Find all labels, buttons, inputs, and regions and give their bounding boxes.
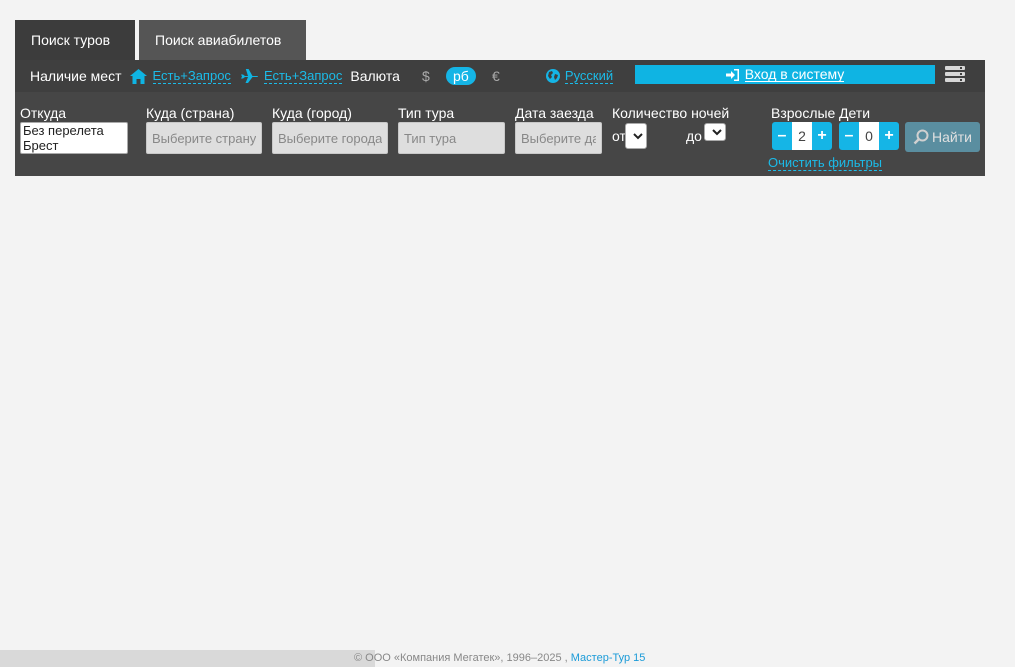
children-decrement-button[interactable]: – [839, 122, 859, 150]
tour-type-label: Тип тура [398, 105, 455, 121]
nights-to-select[interactable] [704, 123, 726, 141]
top-bar: Наличие мест Есть+Запрос Есть+Запрос Вал… [15, 60, 985, 92]
chevron-down-icon [633, 132, 643, 139]
country-label: Куда (страна) [146, 105, 235, 121]
login-label: Вход в систему [744, 66, 845, 82]
product-link[interactable]: Мастер-Тур 15 [571, 652, 646, 664]
footer: © ООО «Компания Мегатек», 1996–2025 , Ма… [354, 652, 645, 664]
globe-icon [545, 69, 560, 83]
date-label: Дата заезда [515, 105, 594, 121]
from-label: Откуда [20, 105, 67, 121]
adults-value: 2 [792, 122, 812, 150]
find-label: Найти [932, 129, 972, 145]
from-option[interactable]: Без перелета [21, 123, 127, 138]
login-button[interactable]: Вход в систему [635, 65, 935, 84]
language-toggle[interactable]: Русский [564, 68, 614, 84]
tab-tour-search[interactable]: Поиск туров [15, 20, 135, 60]
currency-usd[interactable]: $ [412, 67, 440, 85]
tab-flight-search[interactable]: Поиск авиабилетов [139, 20, 306, 60]
plane-icon [240, 68, 258, 83]
children-value: 0 [859, 122, 879, 150]
country-field [146, 122, 262, 154]
copyright-text: © ООО «Компания Мегатек», 1996–2025 , [354, 652, 568, 664]
city-input[interactable] [273, 123, 387, 153]
hotel-availability-toggle[interactable]: Есть+Запрос [152, 68, 231, 84]
adults-increment-button[interactable]: + [812, 122, 832, 150]
home-icon [129, 68, 147, 84]
nights-from-select[interactable] [625, 123, 647, 149]
from-option[interactable]: Брест [21, 138, 127, 153]
tour-type-field [398, 122, 505, 154]
search-icon [913, 129, 929, 145]
hotel-availability: Есть+Запрос [129, 68, 231, 84]
city-field [272, 122, 388, 154]
date-input[interactable] [516, 123, 601, 153]
adults-stepper: – 2 + [772, 122, 832, 150]
server-menu-icon[interactable] [945, 66, 965, 84]
city-label: Куда (город) [272, 105, 352, 121]
currency-eur[interactable]: € [482, 67, 510, 85]
availability-label: Наличие мест [30, 68, 122, 84]
footer-bar [0, 650, 375, 667]
nights-from-label: от [612, 128, 626, 144]
children-stepper: – 0 + [839, 122, 899, 150]
sign-in-icon [725, 68, 739, 81]
country-input[interactable] [147, 123, 261, 153]
children-label: Дети [839, 105, 871, 121]
language-switch: Русский [545, 68, 614, 84]
adults-decrement-button[interactable]: – [772, 122, 792, 150]
currency-byn[interactable]: рб [445, 67, 476, 85]
nights-to-label: до [686, 128, 702, 144]
currency-switch: $ рб € [412, 67, 510, 85]
children-increment-button[interactable]: + [879, 122, 899, 150]
flight-availability: Есть+Запрос [240, 68, 343, 84]
adults-label: Взрослые [771, 105, 836, 121]
chevron-down-icon [712, 128, 722, 135]
tour-type-input[interactable] [399, 123, 504, 153]
search-filters: Откуда Без перелета Брест Куда (страна) … [15, 92, 985, 176]
search-tabs: Поиск туров Поиск авиабилетов [15, 20, 306, 60]
date-field [515, 122, 602, 154]
flight-availability-toggle[interactable]: Есть+Запрос [263, 68, 343, 84]
nights-label: Количество ночей [612, 105, 730, 121]
find-button[interactable]: Найти [905, 122, 980, 152]
from-select[interactable]: Без перелета Брест [20, 122, 128, 154]
currency-label: Валюта [350, 68, 400, 84]
clear-filters-link[interactable]: Очистить фильтры [768, 156, 883, 171]
